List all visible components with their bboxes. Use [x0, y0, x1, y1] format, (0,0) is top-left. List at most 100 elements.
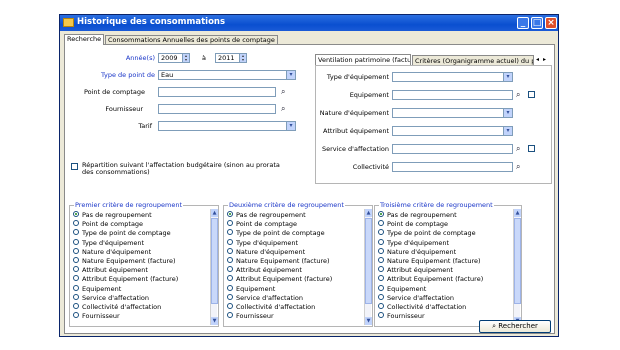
vertical-scrollbar[interactable]: ▲▼	[513, 209, 521, 325]
chevron-down-icon[interactable]: ▾	[503, 109, 512, 117]
nature-equipement-select[interactable]: ▾	[392, 108, 513, 118]
radio-button[interactable]	[378, 247, 384, 254]
close-button[interactable]: ×	[545, 17, 557, 29]
radio-button[interactable]	[378, 257, 384, 263]
year-from-field[interactable]: 2009 ▴ ▾	[158, 53, 190, 63]
criteria-radio-item[interactable]: Collectivité d'affectation	[73, 303, 161, 311]
criteria-radio-item[interactable]: Point de comptage	[227, 220, 297, 228]
criteria-radio-item[interactable]: Fournisseur	[227, 312, 274, 320]
criteria-radio-item[interactable]: Service d'affectation	[73, 293, 149, 302]
year-to-field[interactable]: 2011 ▴ ▾	[215, 53, 247, 63]
radio-button[interactable]	[73, 211, 79, 217]
service-affectation-checkbox[interactable]	[528, 145, 535, 152]
vertical-scrollbar[interactable]: ▲▼	[364, 209, 372, 325]
collectivite-field[interactable]	[392, 162, 513, 172]
radio-button[interactable]	[73, 312, 79, 319]
radio-button[interactable]	[73, 284, 79, 291]
fournisseur-field[interactable]	[158, 104, 276, 114]
radio-button[interactable]	[73, 247, 79, 254]
criteria-radio-item[interactable]: Type de point de comptage	[378, 229, 476, 237]
criteria-radio-item[interactable]: Pas de regroupement	[73, 211, 152, 219]
radio-button[interactable]	[227, 247, 233, 254]
radio-button[interactable]	[227, 238, 233, 245]
tarif-select[interactable]: ▾	[158, 121, 296, 131]
vertical-scrollbar[interactable]: ▲▼	[210, 209, 218, 325]
chevron-down-icon[interactable]: ▾	[503, 127, 512, 135]
criteria-radio-item[interactable]: Equipement	[227, 284, 275, 293]
scroll-up-icon[interactable]: ▲	[514, 209, 521, 217]
binoculars-icon[interactable]: ⌕	[516, 145, 520, 153]
criteria-radio-item[interactable]: Type d'équipement	[227, 238, 298, 247]
radio-button[interactable]	[227, 229, 233, 236]
criteria-radio-item[interactable]: Fournisseur	[73, 312, 120, 320]
criteria-radio-item[interactable]: Attribut Equipement (facture)	[378, 275, 483, 283]
subtab-nav-left[interactable]: ◂	[536, 56, 539, 63]
type-equipement-select[interactable]: ▾	[392, 72, 513, 82]
criteria-radio-item[interactable]: Nature d'équipement	[73, 247, 151, 256]
radio-button[interactable]	[378, 312, 384, 319]
radio-button[interactable]	[378, 266, 384, 273]
equipement-field[interactable]	[392, 90, 513, 100]
radio-button[interactable]	[378, 220, 384, 227]
criteria-radio-item[interactable]: Equipement	[73, 284, 121, 293]
radio-button[interactable]	[227, 284, 233, 291]
binoculars-icon[interactable]: ⌕	[281, 88, 285, 96]
point-comptage-field[interactable]	[158, 87, 276, 97]
radio-button[interactable]	[73, 238, 79, 245]
criteria-radio-item[interactable]: Fournisseur	[378, 312, 425, 320]
criteria-radio-item[interactable]: Type d'équipement	[73, 238, 144, 247]
radio-button[interactable]	[378, 229, 384, 236]
criteria-radio-item[interactable]: Type de point de comptage	[227, 229, 325, 237]
tab-recherche[interactable]: Recherche	[64, 34, 105, 45]
criteria-radio-item[interactable]: Point de comptage	[73, 220, 143, 228]
radio-button[interactable]	[227, 293, 233, 300]
criteria-radio-item[interactable]: Type d'équipement	[378, 238, 449, 247]
year-to-spinner[interactable]: ▴ ▾	[239, 54, 246, 62]
criteria-radio-item[interactable]: Pas de regroupement	[227, 211, 306, 219]
radio-button[interactable]	[73, 257, 79, 263]
radio-button[interactable]	[378, 275, 384, 282]
attribut-equipement-select[interactable]: ▾	[392, 126, 513, 136]
criteria-radio-item[interactable]: Type de point de comptage	[73, 229, 171, 237]
subtab-nav-right[interactable]: ▸	[543, 56, 546, 63]
radio-button[interactable]	[73, 266, 79, 273]
criteria-radio-item[interactable]: Attribut équipement	[227, 266, 302, 274]
scroll-down-icon[interactable]: ▼	[211, 317, 218, 325]
criteria-radio-item[interactable]: Service d'affectation	[378, 293, 454, 302]
radio-button[interactable]	[227, 275, 233, 282]
radio-button[interactable]	[227, 211, 233, 217]
criteria-radio-item[interactable]: Attribut Equipement (facture)	[227, 275, 332, 283]
criteria-radio-item[interactable]: Collectivité d'affectation	[378, 303, 466, 311]
criteria-radio-item[interactable]: Nature Equipement (facture)	[73, 257, 176, 265]
binoculars-icon[interactable]: ⌕	[516, 91, 520, 99]
year-from-spinner[interactable]: ▴ ▾	[182, 54, 189, 62]
subtab-ventilation[interactable]: Ventilation patrimoine (facture)	[315, 54, 411, 65]
radio-button[interactable]	[378, 293, 384, 300]
repartition-checkbox[interactable]	[71, 163, 78, 170]
equipement-checkbox[interactable]	[528, 91, 535, 98]
scroll-down-icon[interactable]: ▼	[365, 317, 372, 325]
radio-button[interactable]	[378, 211, 384, 217]
criteria-radio-item[interactable]: Collectivité d'affectation	[227, 303, 315, 311]
radio-button[interactable]	[227, 220, 233, 227]
rechercher-button[interactable]: ⌕ Rechercher	[479, 320, 551, 333]
scroll-thumb[interactable]	[514, 218, 521, 304]
criteria-radio-item[interactable]: Nature d'équipement	[378, 247, 456, 256]
radio-button[interactable]	[73, 293, 79, 300]
criteria-radio-item[interactable]: Attribut équipement	[73, 266, 148, 274]
scroll-up-icon[interactable]: ▲	[365, 209, 372, 217]
radio-button[interactable]	[227, 312, 233, 319]
chevron-down-icon[interactable]: ▾	[286, 71, 295, 79]
radio-button[interactable]	[227, 266, 233, 273]
criteria-radio-item[interactable]: Attribut Equipement (facture)	[73, 275, 178, 283]
radio-button[interactable]	[378, 303, 384, 309]
radio-button[interactable]	[378, 284, 384, 291]
scroll-thumb[interactable]	[365, 218, 372, 304]
radio-button[interactable]	[73, 303, 79, 309]
chevron-down-icon[interactable]: ▾	[286, 122, 295, 130]
binoculars-icon[interactable]: ⌕	[516, 163, 520, 171]
service-affectation-field[interactable]	[392, 144, 513, 154]
radio-button[interactable]	[227, 303, 233, 309]
criteria-radio-item[interactable]: Attribut équipement	[378, 266, 453, 274]
scroll-thumb[interactable]	[211, 218, 218, 304]
